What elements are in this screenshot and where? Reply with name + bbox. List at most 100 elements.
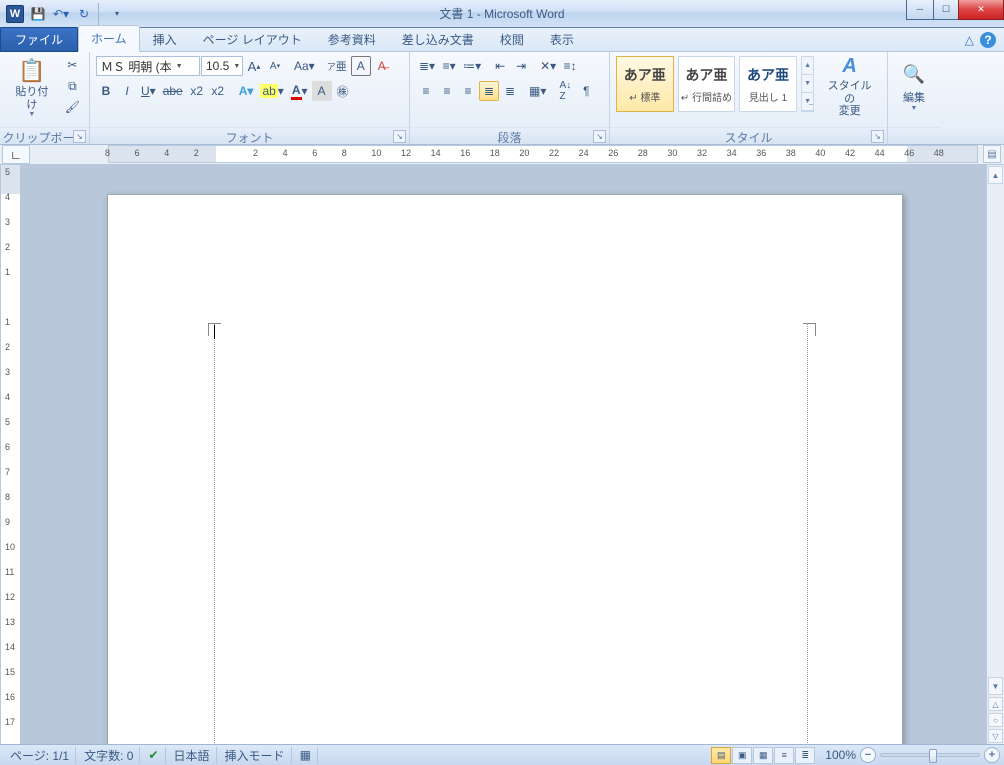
enclose-characters-icon[interactable]: ㊑ xyxy=(333,81,353,101)
tab-page-layout[interactable]: ページ レイアウト xyxy=(190,26,315,52)
close-button[interactable]: ✕ xyxy=(958,0,1004,20)
justify-icon[interactable]: ≣ xyxy=(479,81,499,101)
editing-button[interactable]: 🔍 編集 ▼ xyxy=(894,55,934,121)
bullets-icon[interactable]: ≣▾ xyxy=(416,56,438,76)
maximize-button[interactable]: ☐ xyxy=(933,0,959,20)
view-print-layout-icon[interactable]: ▤ xyxy=(711,747,731,764)
copy-icon[interactable]: ⧉ xyxy=(62,76,83,96)
scroll-track[interactable] xyxy=(987,185,1004,676)
shrink-font-icon[interactable]: A▾ xyxy=(265,56,285,76)
align-center-icon[interactable]: ≡ xyxy=(437,81,457,101)
zoom-in-button[interactable]: + xyxy=(984,747,1000,763)
save-icon[interactable]: 💾 xyxy=(27,3,49,25)
zoom-slider[interactable] xyxy=(880,753,980,757)
tab-mailings[interactable]: 差し込み文書 xyxy=(389,26,487,52)
character-border-icon[interactable]: A xyxy=(351,56,371,76)
sort-icon[interactable]: A↓Z xyxy=(555,81,575,101)
tab-references[interactable]: 参考資料 xyxy=(315,26,389,52)
style-normal[interactable]: あア亜 ↵ 標準 xyxy=(616,56,674,112)
font-name-select[interactable]: ＭＳ 明朝 (本▼ xyxy=(96,56,200,76)
tab-insert[interactable]: 挿入 xyxy=(140,26,190,52)
clipboard-launcher-icon[interactable]: ↘ xyxy=(73,130,86,143)
status-word-count[interactable]: 文字数: 0 xyxy=(78,747,140,764)
grow-font-icon[interactable]: A▴ xyxy=(244,56,264,76)
superscript-icon[interactable]: x2 xyxy=(208,81,228,101)
scroll-down-icon[interactable]: ▼ xyxy=(988,677,1003,695)
tab-view[interactable]: 表示 xyxy=(537,26,587,52)
shading-icon[interactable]: ▦▾ xyxy=(526,81,549,101)
numbering-icon[interactable]: ≡▾ xyxy=(439,56,459,76)
subscript-icon[interactable]: x2 xyxy=(187,81,207,101)
redo-icon[interactable]: ↻ xyxy=(73,3,95,25)
style-gallery-scroll[interactable]: ▲ ▼ ▼̲ xyxy=(801,56,815,112)
show-marks-icon[interactable]: ¶ xyxy=(576,81,596,101)
minimize-button[interactable]: ─ xyxy=(906,0,934,20)
highlight-icon[interactable]: ab▾ xyxy=(257,81,286,101)
vertical-scrollbar[interactable]: ▲ ▼ △ ○ ▽ xyxy=(986,165,1004,744)
zoom-level[interactable]: 100% xyxy=(825,748,856,762)
proofing-icon: ✔ xyxy=(148,748,158,762)
horizontal-ruler[interactable]: 8642246810121416182022242628303234363840… xyxy=(108,145,978,163)
line-spacing-icon[interactable]: ≡↕ xyxy=(560,56,580,76)
tab-file[interactable]: ファイル xyxy=(0,27,78,52)
scroll-down-icon[interactable]: ▼ xyxy=(802,75,814,93)
align-left-icon[interactable]: ≡ xyxy=(416,81,436,101)
qat-customize-icon[interactable]: ▾ xyxy=(106,3,128,25)
phonetic-guide-icon[interactable]: ア亜 xyxy=(324,56,350,76)
status-proofing[interactable]: ✔ xyxy=(142,747,165,764)
tab-selector[interactable]: ∟ xyxy=(2,145,30,164)
view-outline-icon[interactable]: ≡ xyxy=(774,747,794,764)
cut-icon[interactable]: ✂ xyxy=(62,55,83,75)
next-page-icon[interactable]: ▽ xyxy=(988,729,1003,743)
undo-icon[interactable]: ↶▾ xyxy=(50,3,72,25)
decrease-indent-icon[interactable]: ⇤ xyxy=(490,56,510,76)
group-editing: 🔍 編集 ▼ xyxy=(888,52,940,144)
change-case-icon[interactable]: Aa▾ xyxy=(291,56,318,76)
underline-icon[interactable]: U▾ xyxy=(138,81,159,101)
status-page[interactable]: ページ: 1/1 xyxy=(4,747,76,764)
vertical-ruler[interactable]: 543211234567891011121314151617 xyxy=(1,165,21,744)
distributed-icon[interactable]: ≣ xyxy=(500,81,520,101)
italic-icon[interactable]: I xyxy=(117,81,137,101)
tab-review[interactable]: 校閲 xyxy=(487,26,537,52)
status-language[interactable]: 日本語 xyxy=(168,747,217,764)
view-full-screen-icon[interactable]: ▣ xyxy=(732,747,752,764)
format-painter-icon[interactable]: 🖌 xyxy=(62,97,83,117)
bold-icon[interactable]: B xyxy=(96,81,116,101)
align-right-icon[interactable]: ≡ xyxy=(458,81,478,101)
status-insert-mode[interactable]: 挿入モード xyxy=(219,747,292,764)
clear-formatting-icon[interactable]: A̶ xyxy=(372,56,392,76)
ruler-toggle-icon[interactable]: ▤ xyxy=(983,145,1001,163)
change-styles-button[interactable]: A スタイルの 変更 xyxy=(818,52,881,118)
strikethrough-icon[interactable]: abe xyxy=(160,81,186,101)
scroll-up-icon[interactable]: ▲ xyxy=(802,57,814,75)
multilevel-list-icon[interactable]: ≔▾ xyxy=(460,56,484,76)
text-direction-icon[interactable]: ✕▾ xyxy=(537,56,559,76)
view-web-layout-icon[interactable]: ▦ xyxy=(753,747,773,764)
style-no-spacing[interactable]: あア亜 ↵ 行間詰め xyxy=(678,56,736,112)
page[interactable] xyxy=(107,194,903,744)
character-shading-icon[interactable]: A xyxy=(312,81,332,101)
tab-home[interactable]: ホーム xyxy=(78,25,140,52)
font-size-select[interactable]: 10.5▼ xyxy=(201,56,243,76)
zoom-thumb[interactable] xyxy=(929,749,937,763)
styles-launcher-icon[interactable]: ↘ xyxy=(871,130,884,143)
paste-button[interactable]: 📋 貼り付け ▼ xyxy=(6,55,58,121)
zoom-out-button[interactable]: − xyxy=(860,747,876,763)
document-area[interactable] xyxy=(21,165,986,744)
text-effects-icon[interactable]: A▾ xyxy=(236,81,257,101)
scroll-more-icon[interactable]: ▼̲ xyxy=(802,93,814,111)
app-icon: W xyxy=(6,5,24,23)
increase-indent-icon[interactable]: ⇥ xyxy=(511,56,531,76)
font-launcher-icon[interactable]: ↘ xyxy=(393,130,406,143)
scroll-up-icon[interactable]: ▲ xyxy=(988,166,1003,184)
browse-object-icon[interactable]: ○ xyxy=(988,713,1003,727)
ribbon-collapse-icon[interactable]: △ xyxy=(965,33,974,47)
help-icon[interactable]: ? xyxy=(980,32,996,48)
status-macro[interactable]: ▦ xyxy=(294,747,318,764)
font-color-icon[interactable]: A▾ xyxy=(288,81,311,101)
style-heading1[interactable]: あア亜 見出し 1 xyxy=(739,56,797,112)
view-draft-icon[interactable]: ≣ xyxy=(795,747,815,764)
paragraph-launcher-icon[interactable]: ↘ xyxy=(593,130,606,143)
prev-page-icon[interactable]: △ xyxy=(988,697,1003,711)
